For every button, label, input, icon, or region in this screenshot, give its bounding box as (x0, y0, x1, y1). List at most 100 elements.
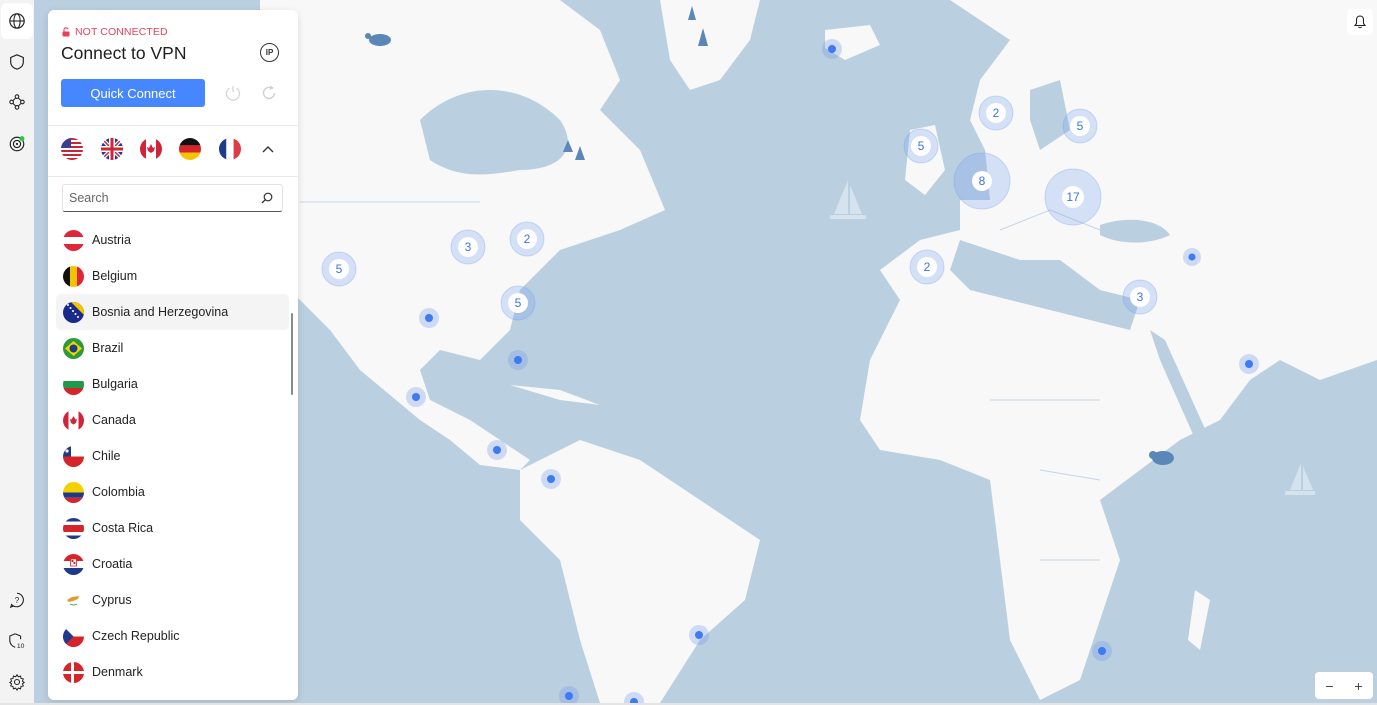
cluster-us-northeast[interactable]: 2 (509, 221, 545, 257)
country-item-cyprus[interactable]: Cyprus (56, 582, 289, 618)
power-icon[interactable] (224, 84, 242, 102)
bulgaria-flag-icon (63, 373, 84, 395)
country-name: Belgium (92, 269, 138, 283)
status-text: NOT CONNECTED (75, 26, 168, 38)
svg-text:3: 3 (465, 240, 472, 254)
country-item-colombia[interactable]: Colombia (56, 474, 289, 510)
zoom-out-button[interactable]: − (1325, 678, 1333, 694)
country-item-bulgaria[interactable]: Bulgaria (56, 366, 289, 402)
france-flag-icon (219, 138, 241, 160)
threat-protection-icon (9, 136, 25, 152)
country-name: Chile (92, 449, 121, 463)
country-name: Cyprus (92, 593, 132, 607)
country-item-denmark[interactable]: Denmark (56, 654, 289, 690)
help-button[interactable]: ? (2, 585, 32, 615)
country-item-canada[interactable]: Canada (56, 402, 289, 438)
meshnet-icon (9, 94, 25, 110)
help-icon: ? (9, 592, 24, 609)
nordvpn-app: ? 10 5 3 2 5 5 2 8 5 17 2 3 − + NOT CONN… (0, 0, 1377, 705)
country-search (62, 184, 283, 212)
nav-countries-button[interactable] (1, 3, 33, 39)
cluster-baltics[interactable]: 5 (1062, 108, 1098, 144)
country-item-czech-republic[interactable]: Czech Republic (56, 618, 289, 654)
denmark-flag-icon (63, 661, 84, 683)
quick-flag-france[interactable] (219, 138, 241, 160)
country-name: Costa Rica (92, 521, 154, 535)
cluster-us-midwest[interactable]: 3 (450, 229, 486, 265)
cluster-uk[interactable]: 5 (903, 128, 939, 164)
belgium-flag-icon (63, 265, 84, 287)
country-name: Bulgaria (92, 377, 138, 391)
server-dot-texas[interactable] (419, 308, 439, 328)
country-item-croatia[interactable]: Croatia (56, 546, 289, 582)
cluster-us-east[interactable]: 5 (500, 285, 536, 321)
quick-connect-button[interactable]: Quick Connect (61, 79, 205, 107)
madagascar-landmass (1188, 590, 1210, 650)
country-item-austria[interactable]: Austria (56, 222, 289, 258)
notifications-button[interactable] (1347, 9, 1373, 35)
country-name: Brazil (92, 341, 124, 355)
refresh-icon[interactable] (260, 84, 278, 102)
quick-flag-united-kingdom[interactable] (101, 138, 123, 160)
cluster-iberia[interactable]: 2 (909, 249, 945, 285)
country-name: Czech Republic (92, 629, 180, 643)
server-dot-iceland[interactable] (822, 39, 842, 59)
svg-text:5: 5 (515, 296, 522, 310)
ip-info-button[interactable]: IP (260, 43, 279, 62)
svg-text:2: 2 (524, 232, 531, 246)
svg-text:?: ? (15, 596, 20, 605)
cluster-central-europe[interactable]: 17 (1044, 168, 1102, 226)
protection-count-button[interactable]: 10 (2, 626, 32, 656)
eurasia-landmass (860, 0, 1377, 700)
canada-flag-icon (63, 409, 84, 431)
svg-text:2: 2 (924, 260, 931, 274)
cluster-east-mediterranean[interactable]: 3 (1122, 279, 1158, 315)
country-item-chile[interactable]: Chile (56, 438, 289, 474)
country-item-bosnia-and-herzegovina[interactable]: Bosnia and Herzegovina (56, 294, 289, 330)
cluster-scandinavia[interactable]: 2 (978, 95, 1014, 131)
server-dot-colombia[interactable] (541, 469, 561, 489)
cluster-us-west[interactable]: 5 (321, 251, 357, 287)
cyprus-flag-icon (63, 589, 84, 611)
nav-meshnet-button[interactable] (2, 87, 32, 117)
server-dot-brazil[interactable] (689, 625, 709, 645)
quick-flag-canada[interactable] (140, 138, 162, 160)
settings-icon (8, 673, 26, 691)
zoom-in-button[interactable]: + (1354, 678, 1362, 694)
quick-flag-germany[interactable] (179, 138, 201, 160)
country-name: Croatia (92, 557, 133, 571)
country-list: Austria Belgium Bosnia and Herzegovina B… (48, 222, 298, 690)
svg-text:2: 2 (993, 106, 1000, 120)
quick-flag-united-states[interactable] (61, 138, 83, 160)
country-item-belgium[interactable]: Belgium (56, 258, 289, 294)
country-name: Denmark (92, 665, 143, 679)
server-dot-mexico[interactable] (406, 387, 426, 407)
panel-title: Connect to VPN (61, 43, 187, 63)
sailboat-icon-2 (1285, 463, 1315, 495)
globe-icon (9, 13, 25, 29)
nav-threat-protection-button[interactable] (2, 129, 32, 159)
server-dot-florida[interactable] (508, 350, 528, 370)
nav-rail: ? 10 (0, 0, 34, 705)
country-name: Canada (92, 413, 136, 427)
cluster-benelux[interactable]: 8 (953, 152, 1011, 210)
country-list-scrollbar[interactable] (291, 313, 293, 395)
server-dot-chile[interactable] (559, 686, 579, 703)
country-name: Austria (92, 233, 131, 247)
svg-text:5: 5 (918, 139, 925, 153)
chevron-up-icon[interactable] (261, 143, 275, 155)
server-dot-south-africa[interactable] (1092, 641, 1112, 661)
search-input[interactable] (63, 185, 243, 211)
search-icon[interactable] (261, 192, 273, 204)
settings-button[interactable] (2, 667, 32, 697)
country-name: Colombia (92, 485, 145, 499)
server-dot-costa-rica[interactable] (487, 440, 507, 460)
nav-shield-button[interactable] (2, 47, 32, 77)
sailboat-icon (830, 180, 866, 219)
country-item-costa-rica[interactable]: Costa Rica (56, 510, 289, 546)
country-item-brazil[interactable]: Brazil (56, 330, 289, 366)
costa-rica-flag-icon (63, 517, 84, 539)
country-name: Bosnia and Herzegovina (92, 305, 229, 319)
server-dot-georgia[interactable] (1183, 248, 1201, 266)
server-dot-uae[interactable] (1239, 354, 1259, 374)
